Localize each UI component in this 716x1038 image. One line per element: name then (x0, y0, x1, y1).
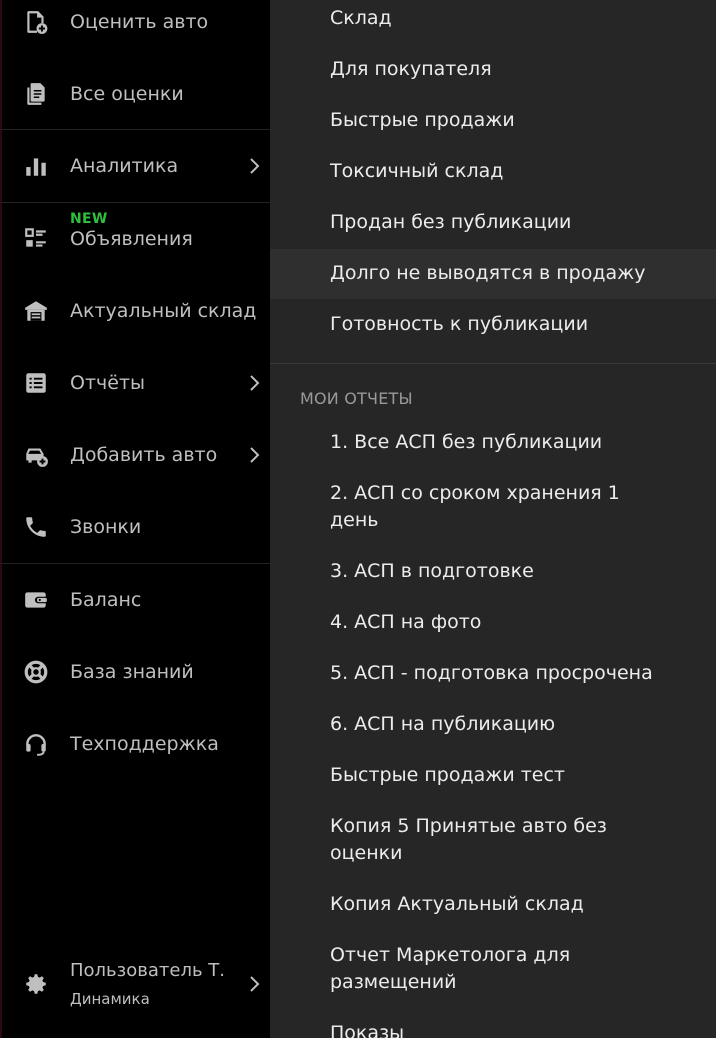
report-item[interactable]: 3. АСП в подготовке (270, 553, 716, 593)
bar-chart-icon (22, 152, 50, 180)
report-item[interactable]: 4. АСП на фото (270, 604, 716, 644)
sidebar-item-all-evaluations[interactable]: Все оценки (0, 66, 270, 122)
sidebar-item-label: Техподдержка (70, 732, 219, 755)
sidebar-item-reports[interactable]: Отчёты (0, 355, 270, 411)
report-table-icon (22, 369, 50, 397)
menu-item-stock[interactable]: Склад (270, 0, 716, 40)
list-icon (22, 224, 50, 252)
sidebar-item-label: Все оценки (70, 82, 184, 105)
sidebar: Оценить авто Все оценки Аналитика NEW Об… (0, 0, 270, 1038)
sidebar-divider (0, 563, 270, 564)
warehouse-icon (22, 297, 50, 325)
user-organization: Динамика (70, 990, 150, 1008)
sidebar-item-knowledge-base[interactable]: База знаний (0, 644, 270, 700)
report-item[interactable]: Показы (270, 1015, 716, 1038)
sidebar-item-label: База знаний (70, 660, 194, 683)
report-item[interactable]: 2. АСП со сроком хранения 1 день (270, 475, 716, 537)
sidebar-item-support[interactable]: Техподдержка (0, 716, 270, 772)
sidebar-item-add-car[interactable]: Добавить авто (0, 427, 270, 483)
report-item[interactable]: Отчет Маркетолога для размещений (270, 937, 716, 999)
sidebar-item-analytics[interactable]: Аналитика (0, 138, 270, 194)
sidebar-item-label: Баланс (70, 588, 142, 611)
report-item[interactable]: Копия 5 Принятые авто без оценки (270, 808, 716, 870)
submenu-panel: Склад Для покупателя Быстрые продажи Ток… (270, 0, 716, 1038)
sidebar-item-label: Звонки (70, 515, 142, 538)
new-badge: NEW (70, 211, 108, 227)
sidebar-item-calls[interactable]: Звонки (0, 499, 270, 555)
headset-icon (22, 730, 50, 758)
chevron-right-icon (244, 156, 264, 176)
report-item[interactable]: 5. АСП - подготовка просрочена (270, 655, 716, 695)
sidebar-item-label: Аналитика (70, 154, 179, 177)
sidebar-item-balance[interactable]: Баланс (0, 572, 270, 628)
phone-icon (22, 513, 50, 541)
section-title-my-reports: МОИ ОТЧЕТЫ (300, 389, 413, 408)
sidebar-item-label: Оценить авто (70, 10, 209, 33)
lifebuoy-icon (22, 658, 50, 686)
report-item[interactable]: 6. АСП на публикацию (270, 706, 716, 746)
documents-icon (22, 80, 50, 108)
menu-item-publish-readiness[interactable]: Готовность к публикации (270, 306, 716, 346)
car-plus-icon (22, 441, 50, 469)
chevron-right-icon (244, 373, 264, 393)
menu-item-sold-unpublished[interactable]: Продан без публикации (270, 204, 716, 244)
sidebar-divider (0, 202, 270, 203)
report-item[interactable]: 1. Все АСП без публикации (270, 424, 716, 464)
user-name: Пользователь Т. (70, 960, 225, 981)
file-plus-icon (22, 8, 50, 36)
gear-icon (22, 970, 50, 998)
menu-item-long-not-for-sale[interactable]: Долго не выводятся в продажу (270, 249, 716, 299)
sidebar-divider (0, 129, 270, 130)
sidebar-item-evaluate-car[interactable]: Оценить авто (0, 0, 270, 50)
sidebar-item-listings[interactable]: NEW Объявления (0, 210, 270, 266)
menu-item-toxic-stock[interactable]: Токсичный склад (270, 153, 716, 193)
chevron-right-icon (244, 445, 264, 465)
menu-item-for-buyer[interactable]: Для покупателя (270, 51, 716, 91)
sidebar-item-label: Актуальный склад (70, 299, 257, 322)
sidebar-item-label: Объявления (70, 228, 193, 250)
panel-divider (270, 363, 716, 364)
sidebar-item-label: Отчёты (70, 371, 146, 394)
sidebar-item-label: Добавить авто (70, 443, 218, 466)
sidebar-item-current-stock[interactable]: Актуальный склад (0, 283, 270, 339)
report-item[interactable]: Быстрые продажи тест (270, 757, 716, 797)
wallet-icon (22, 586, 50, 614)
menu-item-quick-sales[interactable]: Быстрые продажи (270, 102, 716, 142)
chevron-right-icon (244, 974, 264, 994)
report-item[interactable]: Копия Актуальный склад (270, 886, 716, 926)
